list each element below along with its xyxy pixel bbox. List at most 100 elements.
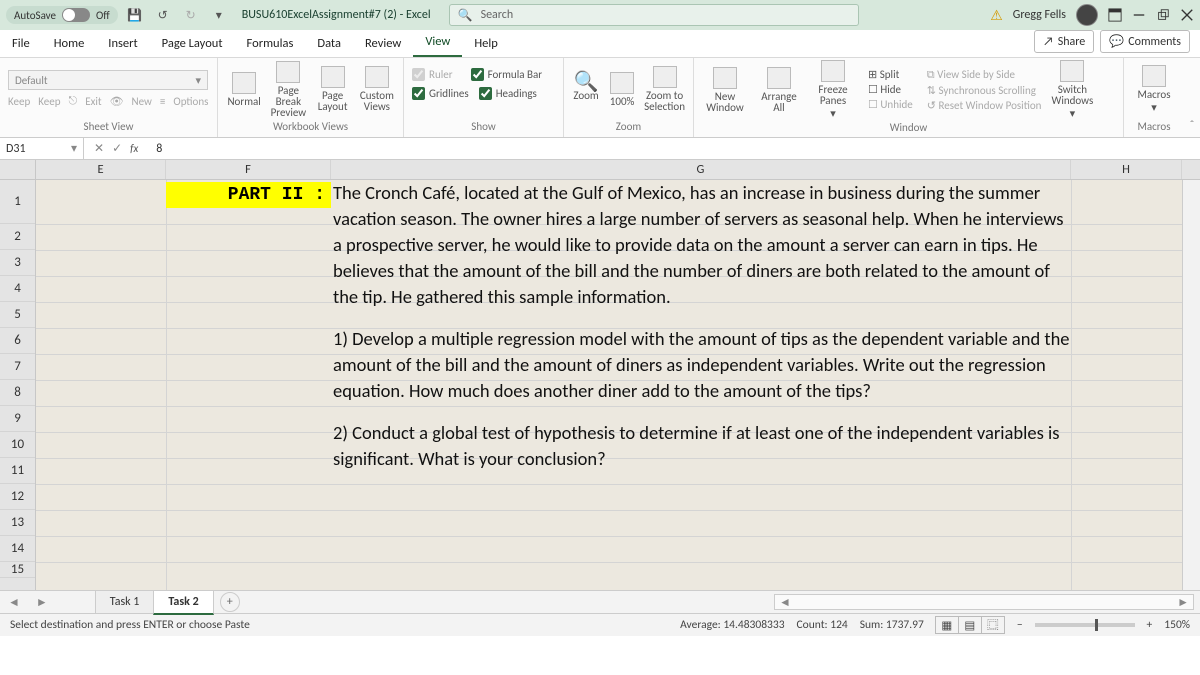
row-header[interactable]: 4 <box>0 276 35 302</box>
stat-count: Count: 124 <box>797 618 848 632</box>
freeze-panes-button[interactable]: Freeze Panes▾ <box>810 60 856 119</box>
exit-button[interactable]: ⎋ <box>69 94 78 108</box>
collapse-ribbon-icon[interactable]: ˆ <box>1184 58 1200 137</box>
formula-bar-checkbox[interactable]: Formula Bar <box>471 68 542 81</box>
row-header[interactable]: 7 <box>0 354 35 380</box>
cancel-icon[interactable]: ✕ <box>94 141 104 156</box>
row-header[interactable]: 3 <box>0 250 35 276</box>
sheet-nav-prev-icon[interactable]: ◄ <box>0 595 28 610</box>
view-mode-buttons[interactable]: ▦ ▤ ⿴ <box>936 616 1005 634</box>
hundred-icon <box>610 72 634 94</box>
vertical-scrollbar[interactable] <box>1182 180 1200 590</box>
group-label: Window <box>702 119 1115 136</box>
row-header[interactable]: 9 <box>0 406 35 432</box>
unhide-button: ☐ Unhide <box>868 98 913 111</box>
normal-view-button[interactable]: Normal <box>226 72 262 107</box>
custom-views-button[interactable]: Custom Views <box>359 66 395 112</box>
sheet-tab-bar: ◄ ► Task 1 Task 2 + ◄ ► <box>0 590 1200 614</box>
row-header[interactable]: 8 <box>0 380 35 406</box>
redo-icon[interactable]: ↻ <box>180 4 202 26</box>
add-sheet-button[interactable]: + <box>220 592 240 612</box>
row-header[interactable]: 11 <box>0 458 35 484</box>
formula-bar: D31▾ ✕ ✓ fx 8 <box>0 138 1200 160</box>
hscroll-left-icon[interactable]: ◄ <box>775 595 795 610</box>
sheet-tab-task2[interactable]: Task 2 <box>153 590 213 615</box>
hide-button[interactable]: ☐ Hide <box>868 83 913 96</box>
switch-windows-button[interactable]: Switch Windows▾ <box>1049 60 1095 119</box>
new-button[interactable]: 👁 <box>110 95 124 108</box>
tab-insert[interactable]: Insert <box>96 30 149 57</box>
new-window-button[interactable]: New Window <box>702 67 748 113</box>
toggle-off-icon[interactable] <box>62 8 90 22</box>
zoom-selection-button[interactable]: Zoom to Selection <box>644 66 685 112</box>
user-name[interactable]: Gregg Fells <box>1013 8 1066 22</box>
select-all-corner[interactable] <box>0 160 36 180</box>
formula-value[interactable]: 8 <box>148 142 170 156</box>
tab-help[interactable]: Help <box>462 30 509 57</box>
search-input[interactable]: 🔍 Search <box>449 4 859 26</box>
col-header-F[interactable]: F <box>166 160 331 179</box>
group-label: Zoom <box>572 118 685 135</box>
zoom-button[interactable]: 🔍Zoom <box>572 77 600 101</box>
page-layout-mode-icon[interactable]: ▤ <box>958 616 982 634</box>
tab-formulas[interactable]: Formulas <box>235 30 306 57</box>
gridlines-checkbox[interactable]: Gridlines <box>412 87 469 100</box>
row-header[interactable]: 13 <box>0 510 35 536</box>
col-header-E[interactable]: E <box>36 160 166 179</box>
group-window: New Window Arrange All Freeze Panes▾ ⊞ S… <box>694 58 1124 137</box>
close-icon[interactable] <box>1180 8 1194 22</box>
zoom-level[interactable]: 150% <box>1164 618 1190 632</box>
tab-page-layout[interactable]: Page Layout <box>150 30 235 57</box>
comments-button[interactable]: 💬Comments <box>1100 30 1190 53</box>
autosave-toggle[interactable]: AutoSave Off <box>6 6 118 24</box>
row-header[interactable]: 5 <box>0 302 35 328</box>
row-header[interactable]: 14 <box>0 536 35 562</box>
fx-icon[interactable]: fx <box>130 142 138 155</box>
page-break-button[interactable]: Page Break Preview <box>270 61 306 118</box>
zoom-100-button[interactable]: 100% <box>608 72 636 107</box>
share-button[interactable]: ↗Share <box>1034 30 1094 53</box>
zoom-out-button[interactable]: − <box>1017 618 1023 632</box>
tab-review[interactable]: Review <box>353 30 413 57</box>
row-header[interactable]: 10 <box>0 432 35 458</box>
macros-button[interactable]: Macros▾ <box>1132 65 1176 113</box>
col-header-G[interactable]: G <box>331 160 1071 179</box>
row-header[interactable]: 1 <box>0 180 35 224</box>
search-icon: 🔍 <box>458 8 473 23</box>
sheet-nav-next-icon[interactable]: ► <box>28 595 56 610</box>
keep-button[interactable]: Keep <box>8 95 30 108</box>
custom-views-icon <box>365 66 389 88</box>
row-header[interactable]: 15 <box>0 562 35 578</box>
row-header[interactable]: 12 <box>0 484 35 510</box>
split-button[interactable]: ⊞ Split <box>868 68 913 81</box>
row-header[interactable]: 6 <box>0 328 35 354</box>
sheet-tab-task1[interactable]: Task 1 <box>95 590 155 614</box>
tab-file[interactable]: File <box>0 30 42 57</box>
save-icon[interactable]: 💾 <box>124 4 146 26</box>
hscroll-right-icon[interactable]: ► <box>1173 595 1193 610</box>
headings-checkbox[interactable]: Headings <box>479 87 537 100</box>
name-box[interactable]: D31▾ <box>0 138 84 159</box>
zoom-slider[interactable] <box>1035 623 1135 627</box>
tab-view[interactable]: View <box>413 28 462 57</box>
arrange-all-button[interactable]: Arrange All <box>756 67 802 113</box>
minimize-icon[interactable] <box>1132 8 1146 22</box>
options-button[interactable]: ≡ <box>160 95 165 108</box>
page-break-mode-icon[interactable]: ⿴ <box>981 616 1005 634</box>
warning-icon[interactable]: ⚠ <box>990 7 1003 24</box>
enter-icon[interactable]: ✓ <box>112 141 122 156</box>
undo-icon[interactable]: ↺ <box>152 4 174 26</box>
tab-home[interactable]: Home <box>42 30 97 57</box>
sheet-view-combo[interactable]: Default▾ <box>8 70 208 90</box>
col-header-H[interactable]: H <box>1071 160 1182 179</box>
qat-dropdown-icon[interactable]: ▾ <box>208 4 230 26</box>
tab-data[interactable]: Data <box>305 30 353 57</box>
normal-mode-icon[interactable]: ▦ <box>935 616 959 634</box>
zoom-in-button[interactable]: + <box>1147 618 1153 632</box>
restore-icon[interactable] <box>1156 8 1170 22</box>
avatar[interactable] <box>1076 4 1098 26</box>
row-header[interactable]: 2 <box>0 224 35 250</box>
cell-grid[interactable]: PART II : The Cronch Café, located at th… <box>36 180 1182 590</box>
ribbon-display-icon[interactable] <box>1108 8 1122 22</box>
page-layout-button[interactable]: Page Layout <box>315 66 351 112</box>
